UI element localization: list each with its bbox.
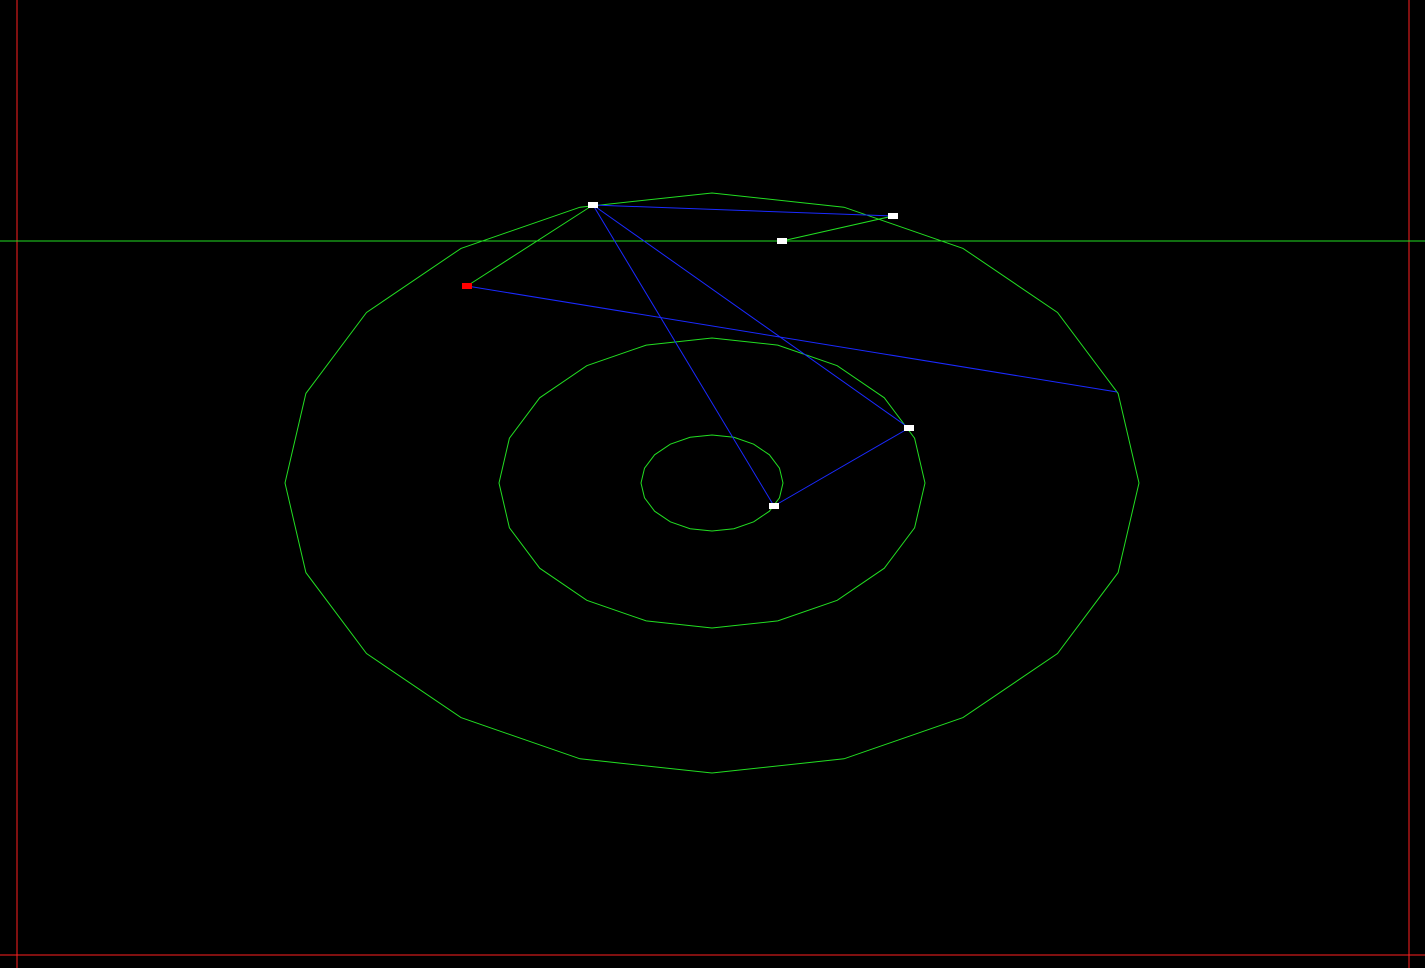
waypoint-node-top-right[interactable]: [888, 213, 898, 219]
background: [0, 0, 1425, 968]
waypoint-node-top[interactable]: [588, 202, 598, 208]
waypoint-node-horizon[interactable]: [777, 238, 787, 244]
waypoint-node-right[interactable]: [904, 425, 914, 431]
waypoint-node-center[interactable]: [769, 503, 779, 509]
game-viewport[interactable]: [0, 0, 1425, 968]
selected-waypoint-node[interactable]: [462, 283, 472, 289]
